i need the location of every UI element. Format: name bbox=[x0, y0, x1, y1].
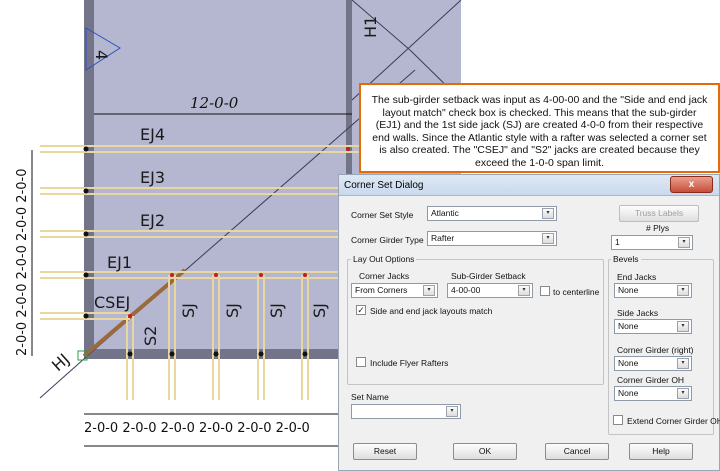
callout-text: The sub-girder setback was input as 4-00… bbox=[371, 94, 708, 169]
side-jacks-select[interactable]: None ▾ bbox=[614, 319, 692, 334]
triangle-marker-label: 4 bbox=[92, 50, 111, 60]
close-button[interactable]: x bbox=[670, 176, 713, 193]
label-ej1: EJ1 bbox=[107, 253, 132, 272]
corner-girder-right-label: Corner Girder (right) bbox=[617, 345, 694, 355]
corner-girder-right-select[interactable]: None ▾ bbox=[614, 356, 692, 371]
side-end-match-label: Side and end jack layouts match bbox=[370, 306, 493, 316]
corner-girder-right-value: None bbox=[618, 358, 639, 368]
chevron-down-icon[interactable]: ▾ bbox=[423, 285, 435, 296]
corner-set-dialog: Corner Set Dialog x Corner Set Style Atl… bbox=[338, 174, 720, 471]
label-sj-2: SJ bbox=[223, 303, 242, 318]
plys-value: 1 bbox=[615, 237, 620, 247]
bevels-label: Bevels bbox=[611, 254, 641, 264]
corner-girder-type-select[interactable]: Rafter ▾ bbox=[427, 231, 557, 246]
extend-corner-girder-oh-label: Extend Corner Girder OH bbox=[627, 416, 720, 426]
corner-girder-type-label: Corner Girder Type bbox=[351, 235, 424, 245]
end-jacks-label: End Jacks bbox=[617, 272, 657, 282]
label-h1: H1 bbox=[361, 16, 380, 38]
end-jacks-select[interactable]: None ▾ bbox=[614, 283, 692, 298]
include-flyer-checkbox[interactable] bbox=[356, 357, 366, 367]
chevron-down-icon[interactable]: ▾ bbox=[677, 321, 689, 332]
sub-girder-setback-select[interactable]: 4-00-00 ▾ bbox=[447, 283, 533, 298]
dimension-top: 12-0-0 bbox=[190, 94, 239, 112]
reset-button[interactable]: Reset bbox=[353, 443, 417, 460]
plys-select[interactable]: 1 ▾ bbox=[611, 235, 693, 250]
label-sj-4: SJ bbox=[310, 303, 329, 318]
ok-button[interactable]: OK bbox=[453, 443, 517, 460]
right-wall bbox=[346, 0, 352, 190]
chevron-down-icon[interactable]: ▾ bbox=[677, 358, 689, 369]
label-ej2: EJ2 bbox=[140, 211, 165, 230]
sub-girder-setback-value: 4-00-00 bbox=[451, 285, 481, 295]
corner-set-style-select[interactable]: Atlantic ▾ bbox=[427, 206, 557, 221]
side-end-match-checkbox[interactable]: ✓ bbox=[356, 305, 366, 315]
chevron-down-icon[interactable]: ▾ bbox=[542, 233, 554, 244]
corner-set-style-value: Atlantic bbox=[431, 208, 459, 218]
extend-corner-girder-oh-checkbox[interactable] bbox=[613, 415, 623, 425]
dimension-bottom: 2-0-0 2-0-0 2-0-0 2-0-0 2-0-0 2-0-0 bbox=[84, 421, 310, 436]
label-csej: CSEJ bbox=[94, 293, 130, 312]
to-centerline-label: to centerline bbox=[553, 287, 600, 297]
dimension-left: 2-0-0 2-0-0 2-0-0 2-0-0 2-0-0 bbox=[15, 168, 30, 356]
set-name-select[interactable]: ▾ bbox=[351, 404, 461, 419]
corner-jacks-select[interactable]: From Corners ▾ bbox=[351, 283, 438, 298]
chevron-down-icon[interactable]: ▾ bbox=[446, 406, 458, 417]
cancel-button[interactable]: Cancel bbox=[545, 443, 609, 460]
close-icon: x bbox=[688, 179, 695, 190]
plys-label: # Plys bbox=[646, 223, 670, 233]
dialog-title: Corner Set Dialog bbox=[344, 180, 424, 191]
corner-girder-oh-label: Corner Girder OH bbox=[617, 375, 685, 385]
corner-jacks-value: From Corners bbox=[355, 285, 408, 295]
chevron-down-icon[interactable]: ▾ bbox=[678, 237, 690, 248]
label-ej3: EJ3 bbox=[140, 168, 165, 187]
corner-girder-type-value: Rafter bbox=[431, 233, 455, 243]
side-jacks-value: None bbox=[618, 321, 639, 331]
label-s2: S2 bbox=[141, 326, 160, 346]
chevron-down-icon[interactable]: ▾ bbox=[518, 285, 530, 296]
sub-girder-setback-label: Sub-Girder Setback bbox=[451, 271, 526, 281]
layout-options-label: Lay Out Options bbox=[351, 254, 417, 264]
chevron-down-icon[interactable]: ▾ bbox=[677, 388, 689, 399]
chevron-down-icon[interactable]: ▾ bbox=[542, 208, 554, 219]
corner-set-style-label: Corner Set Style bbox=[351, 210, 414, 220]
include-flyer-label: Include Flyer Rafters bbox=[370, 358, 449, 368]
label-sj-1: SJ bbox=[179, 303, 198, 318]
label-sj-3: SJ bbox=[267, 303, 286, 318]
truss-labels-button[interactable]: Truss Labels bbox=[619, 205, 699, 222]
corner-girder-oh-select[interactable]: None ▾ bbox=[614, 386, 692, 401]
set-name-label: Set Name bbox=[351, 392, 389, 402]
corner-girder-oh-value: None bbox=[618, 388, 639, 398]
side-jacks-label: Side Jacks bbox=[617, 308, 659, 318]
help-button[interactable]: Help bbox=[629, 443, 693, 460]
corner-jacks-label: Corner Jacks bbox=[359, 271, 410, 281]
white-region bbox=[0, 0, 84, 400]
label-ej4: EJ4 bbox=[140, 125, 165, 144]
info-callout: The sub-girder setback was input as 4-00… bbox=[359, 83, 720, 173]
to-centerline-checkbox[interactable] bbox=[540, 286, 550, 296]
chevron-down-icon[interactable]: ▾ bbox=[677, 285, 689, 296]
dialog-titlebar[interactable]: Corner Set Dialog x bbox=[339, 175, 719, 196]
end-jacks-value: None bbox=[618, 285, 639, 295]
check-icon: ✓ bbox=[357, 305, 365, 315]
